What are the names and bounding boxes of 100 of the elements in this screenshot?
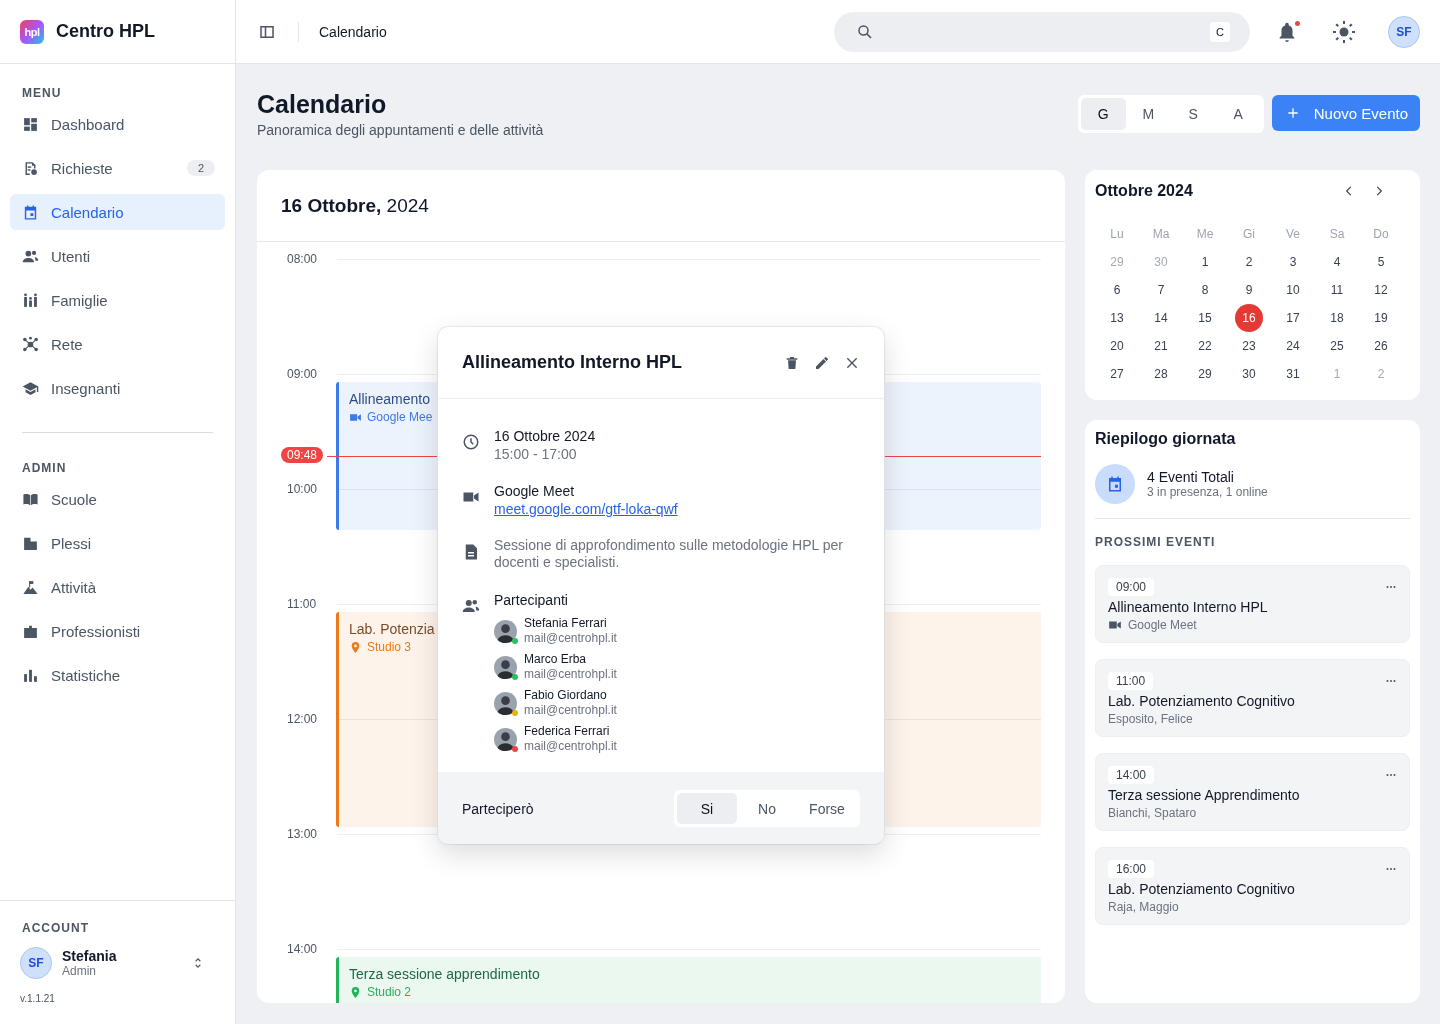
calendar-day[interactable]: 29 [1183,360,1227,388]
clock-icon [462,433,480,451]
participant-names: Raja, Maggio [1108,900,1179,914]
hour-label: 12:00 [286,711,319,728]
participant-name: Federica Ferrari [524,724,611,739]
calendar-day[interactable]: 9 [1227,276,1271,304]
sidebar-item[interactable]: Attività [10,569,225,605]
event-date: 16 Ottobre 2024 [494,427,596,446]
calendar-icon [1106,475,1124,493]
calendar-day[interactable]: 31 [1271,360,1315,388]
section-title: ADMIN [21,461,68,475]
view-tab[interactable]: S [1170,98,1216,130]
calendar-day[interactable]: 8 [1183,276,1227,304]
sidebar-item-label: Utenti [51,247,92,265]
calendar-day[interactable]: 1 [1183,248,1227,276]
sidebar-item[interactable]: Rete [10,326,225,362]
participants-icon [462,597,480,615]
hour-label: 08:00 [286,251,319,268]
upcoming-event-card[interactable]: 14:00 Terza sessione Apprendimento Bianchi, Spataro [1095,753,1410,831]
search-field[interactable]: C [834,11,1250,52]
time-chip: 09:00 [1108,578,1155,596]
event-title: Terza sessione Apprendimento [1108,787,1301,803]
sidebar-item[interactable]: Richieste 2 [10,150,225,186]
location-pin-icon [349,640,362,654]
sidebar-item[interactable]: Insegnanti [10,370,225,406]
participants-heading: Partecipanti [494,591,569,610]
account-switcher[interactable]: SF Stefania Admin [20,947,215,979]
upcoming-event-card[interactable]: 16:00 Lab. Potenziamento Cognitivo Raja, Maggio [1095,847,1410,925]
sidebar-item[interactable]: Scuole [10,481,225,517]
calendar-day[interactable]: 12 [1359,276,1403,304]
logo: hpl [20,19,44,44]
calendar-day[interactable]: 26 [1359,332,1403,360]
flag-mountain-icon [22,578,39,596]
calendar-day[interactable]: 14 [1139,304,1183,332]
meeting-link[interactable]: meet.google.com/gtf-loka-qwf [494,501,678,517]
calendar-day[interactable]: 25 [1315,332,1359,360]
calendar-day[interactable]: 13 [1095,304,1139,332]
upcoming-event-card[interactable]: 09:00 Allineamento Interno HPL Google Meet [1095,565,1410,643]
hour-label: 11:00 [286,596,318,613]
time-chip: 14:00 [1108,766,1155,784]
weekday-label: Lu [1109,226,1125,243]
calendar-day[interactable]: 20 [1095,332,1139,360]
edit-icon[interactable] [814,354,830,371]
calendar-day[interactable]: 7 [1139,276,1183,304]
view-tab[interactable]: A [1215,98,1261,130]
sidebar-item[interactable]: Calendario [10,194,225,230]
avatar: SF [20,947,52,979]
user-avatar[interactable]: SF [1388,15,1420,48]
sidebar-item[interactable]: Dashboard [10,106,225,142]
view-tab[interactable]: G [1080,98,1126,130]
meeting-platform: Google Meet [1128,618,1197,632]
new-event-button[interactable]: Nuovo Evento [1271,95,1420,131]
sidebar-item[interactable]: Professionisti [10,613,225,649]
sun-icon[interactable] [1332,19,1356,44]
sidebar-item[interactable]: Statistiche [10,657,225,693]
sidebar-item-label: Scuole [51,490,98,508]
calendar-day[interactable]: 4 [1315,248,1359,276]
sidebar-item[interactable]: Utenti [10,238,225,274]
calendar-day[interactable]: 30 [1227,360,1271,388]
event-title: Lab. Potenzia [349,621,435,637]
calendar-day[interactable]: 22 [1183,332,1227,360]
calendar-day[interactable]: 19 [1359,304,1403,332]
calendar-day[interactable]: 11 [1315,276,1359,304]
sidebar-item-label: Richieste [51,159,114,177]
plus-icon [1285,106,1300,120]
sidebar-item[interactable]: Famiglie [10,282,225,318]
participant-name: Stefania Ferrari [524,616,608,631]
calendar-day[interactable]: 28 [1139,360,1183,388]
view-tab[interactable]: M [1125,98,1171,130]
weekday-label: Ma [1151,226,1171,243]
calendar-day[interactable]: 21 [1139,332,1183,360]
calendar-day[interactable]: 10 [1271,276,1315,304]
calendar-day[interactable]: 6 [1095,276,1139,304]
rsvp-label: Parteciperò [462,800,534,817]
calendar-day[interactable]: 2 [1227,248,1271,276]
calendar-day[interactable]: 15 [1183,304,1227,332]
calendar-day[interactable]: 24 [1271,332,1315,360]
event-block[interactable]: Terza sessione apprendimento Studio 2 [336,957,1041,1003]
calendar-day[interactable]: 27 [1095,360,1139,388]
rsvp-option[interactable]: Forse [797,793,857,824]
sidebar-item[interactable]: Plessi [10,525,225,561]
time-chip: 11:00 [1108,672,1154,690]
delete-icon[interactable] [784,354,800,371]
participant-email: mail@centrohpl.it [524,739,617,754]
page-subtitle: Panoramica degli appuntamenti e delle attività [257,122,545,138]
sidebar-item-label: Statistiche [51,666,122,684]
calendar-day[interactable]: 5 [1359,248,1403,276]
section-title: PROSSIMI EVENTI [1095,535,1217,549]
rsvp-option[interactable]: No [737,793,797,824]
calendar-day[interactable]: 16 [1235,304,1263,332]
participant-email: mail@centrohpl.it [524,667,617,682]
upcoming-event-card[interactable]: 11:00 Lab. Potenziamento Cognitivo Esposito, Felice [1095,659,1410,737]
calendar-day[interactable]: 23 [1227,332,1271,360]
calendar-day[interactable]: 3 [1271,248,1315,276]
weekday-label: Sa [1328,226,1346,243]
sidebar-item-label: Plessi [51,534,92,552]
participant-name: Marco Erba [524,652,588,667]
calendar-day[interactable]: 18 [1315,304,1359,332]
rsvp-option[interactable]: Si [677,793,737,824]
calendar-day[interactable]: 17 [1271,304,1315,332]
